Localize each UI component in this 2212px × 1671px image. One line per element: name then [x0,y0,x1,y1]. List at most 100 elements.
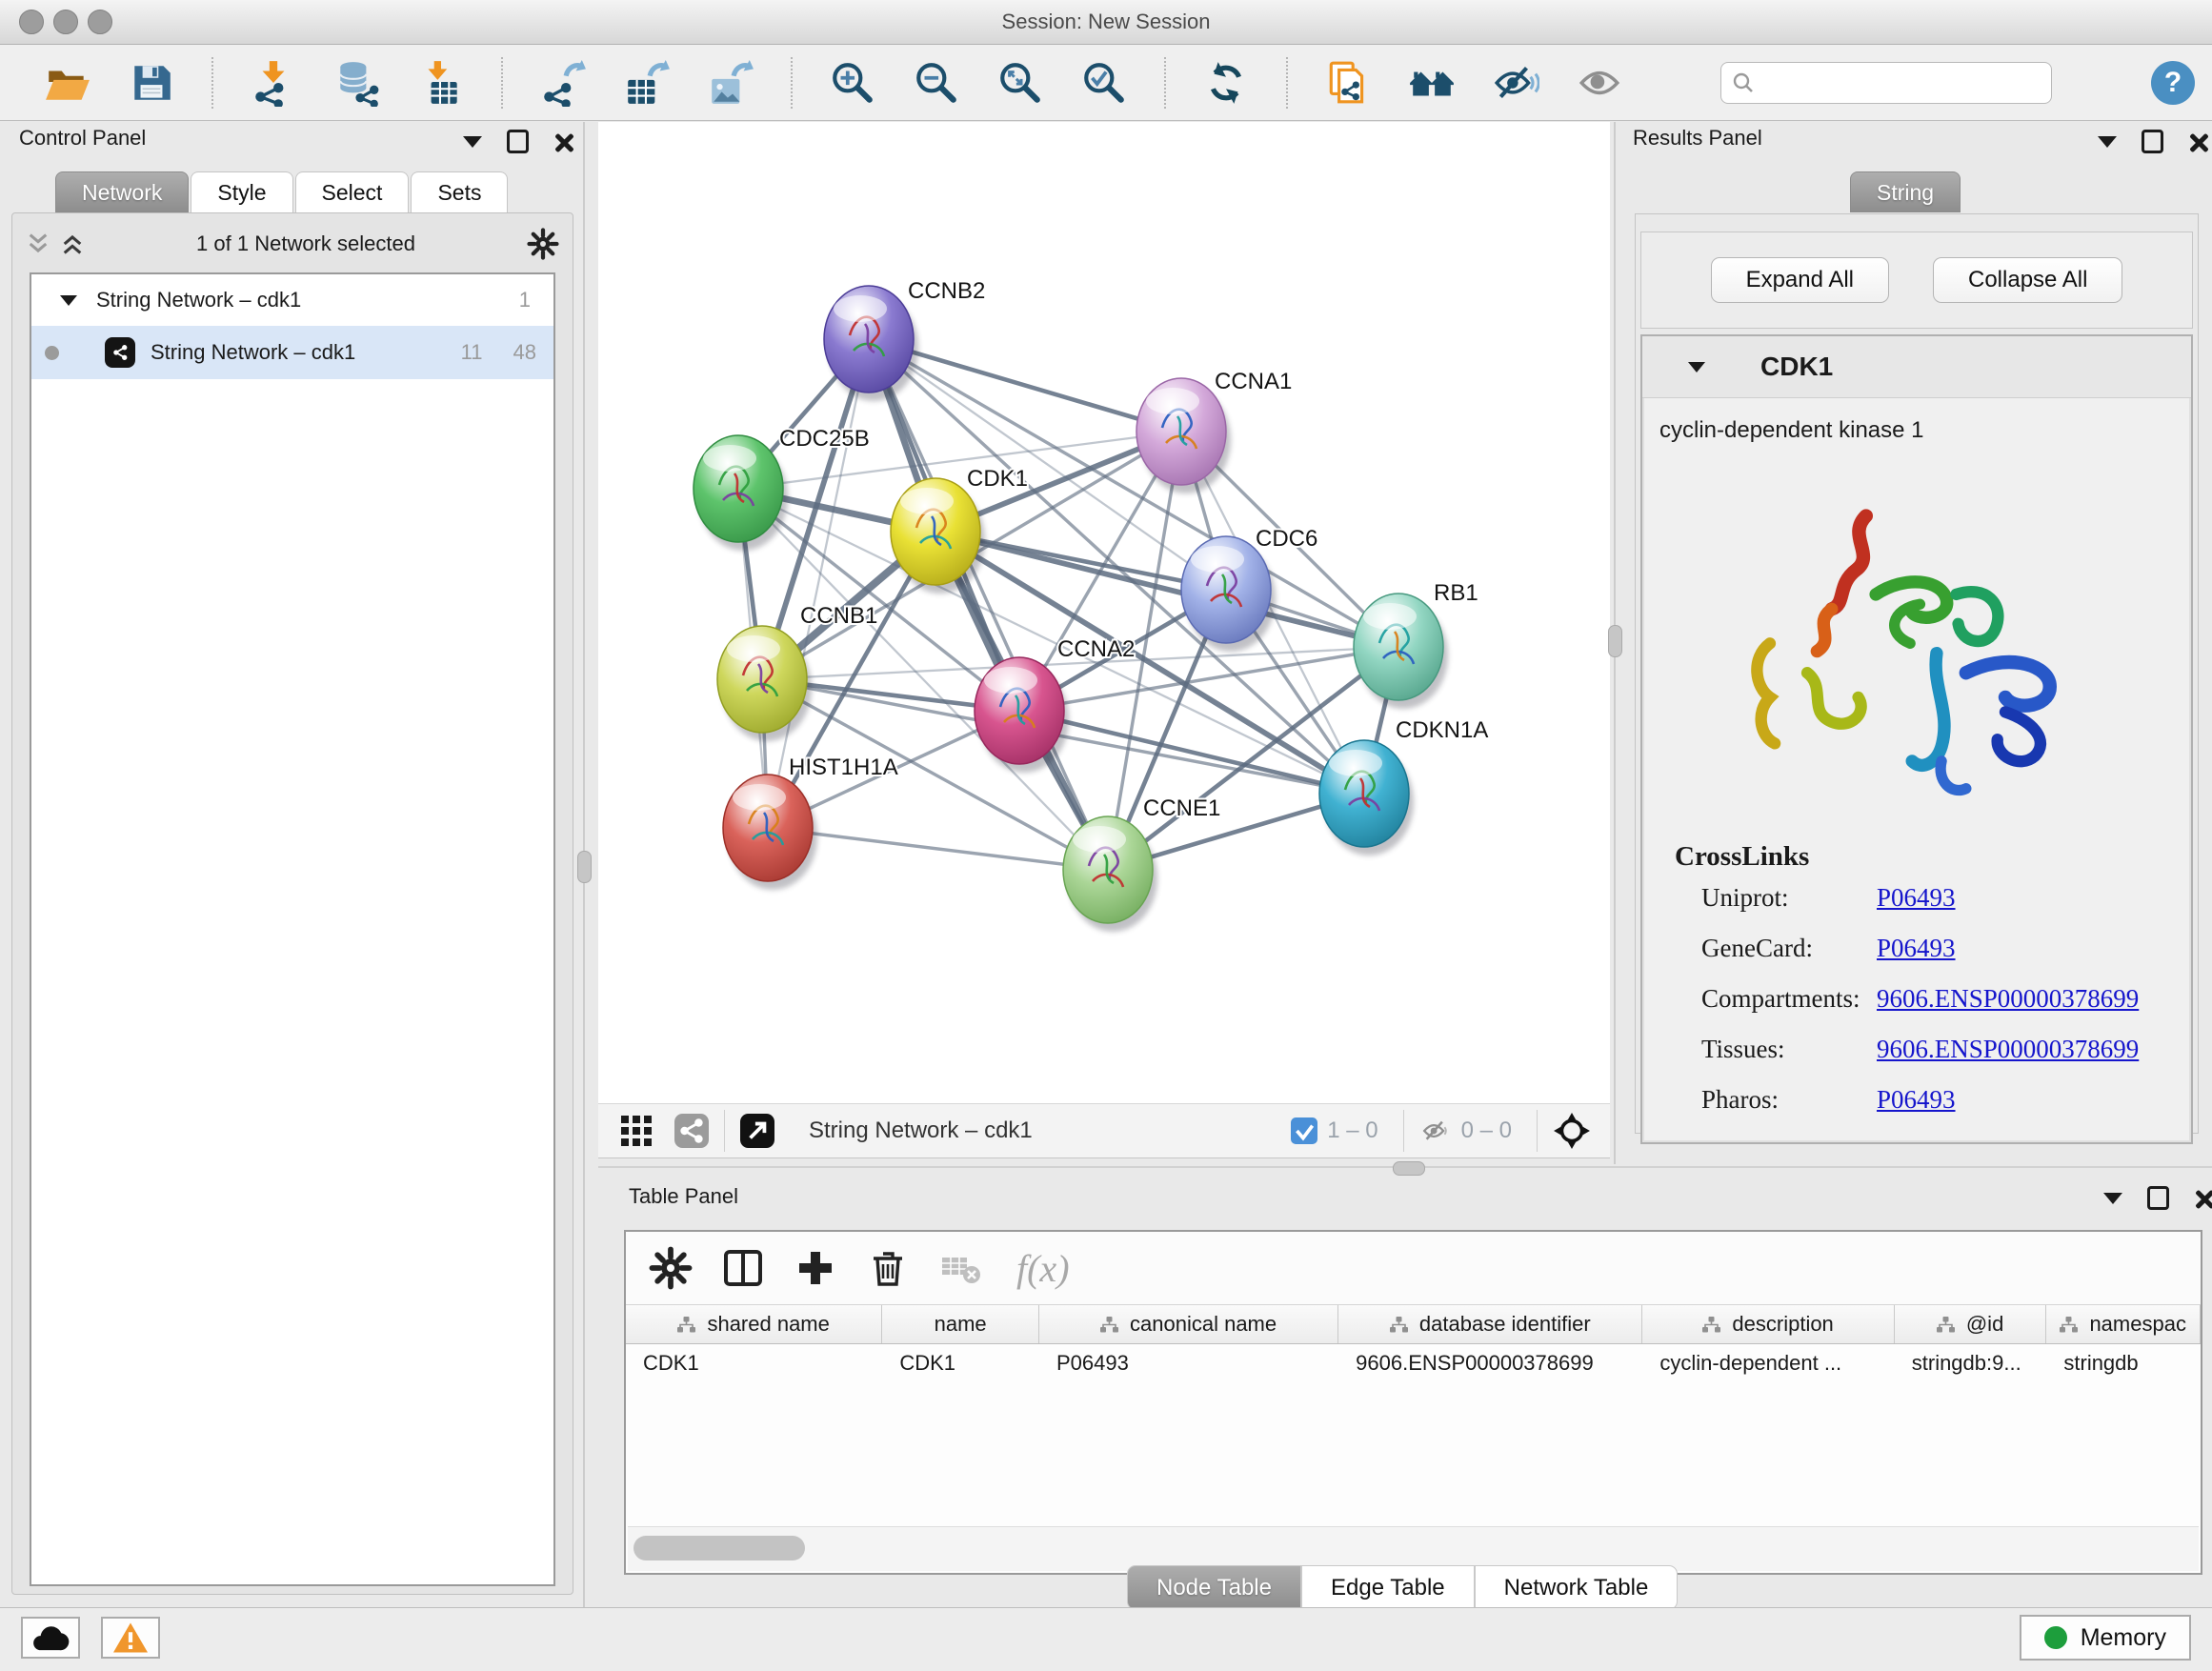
column-canonical-name[interactable]: canonical name [1039,1305,1338,1343]
table-row[interactable]: CDK1CDK1P064939606.ENSP00000378699cyclin… [626,1344,2201,1382]
tab-style[interactable]: Style [191,171,292,212]
network-node-RB1[interactable] [1354,594,1448,709]
crosslink-value[interactable]: P06493 [1877,883,1956,913]
network-view-canvas[interactable]: CCNB2CCNA1CDC25BCDK1CDC6RB1CCNB1CCNA2CDK… [598,122,1610,1103]
expand-all-tree-icon[interactable] [26,232,50,255]
show-columns-button[interactable] [721,1245,767,1291]
tab-string[interactable]: String [1850,171,1961,212]
protein-card-header[interactable]: CDK1 [1642,336,2191,398]
zoom-in-button[interactable] [829,58,876,108]
hide-selected-button[interactable] [1492,58,1539,108]
refresh-layout-button[interactable] [1202,58,1250,108]
close-panel-icon[interactable] [2188,132,2207,151]
network-node-HIST1H1A[interactable] [723,775,817,890]
column-description[interactable]: description [1642,1305,1894,1343]
network-node-CDK1[interactable] [891,478,985,594]
show-all-button[interactable] [1576,58,1623,108]
network-edge[interactable] [869,339,1108,870]
tab-network[interactable]: Network [55,171,189,212]
window-zoom-button[interactable] [88,10,112,34]
column-shared-name[interactable]: shared name [626,1305,882,1343]
table-settings-button[interactable] [649,1245,694,1291]
crosslink-value[interactable]: P06493 [1877,1085,1956,1115]
crosslink-value[interactable]: 9606.ENSP00000378699 [1877,1035,2139,1064]
zoom-selected-icon [1080,59,1128,107]
import-table-button[interactable] [417,58,465,108]
close-panel-icon[interactable] [2194,1189,2212,1208]
apply-function-button[interactable]: f(x) [1016,1246,1070,1291]
network-edge[interactable] [768,828,1108,870]
tab-edge-table[interactable]: Edge Table [1301,1565,1475,1610]
crosslink-value[interactable]: P06493 [1877,934,1956,963]
warnings-button[interactable] [101,1617,160,1659]
window-minimize-button[interactable] [53,10,78,34]
import-network-file-button[interactable] [250,58,297,108]
copy-network-button[interactable] [1324,58,1372,108]
close-panel-icon[interactable] [553,132,573,151]
share-network-icon[interactable] [674,1114,709,1148]
zoom-selected-button[interactable] [1080,58,1128,108]
network-node-CCNB2[interactable] [824,286,918,401]
network-row[interactable]: String Network – cdk1 11 48 [31,326,553,379]
collapse-all-tree-icon[interactable] [60,232,85,255]
horizontal-splitter-handle[interactable] [1393,1161,1425,1176]
control-panel-tabs: NetworkStyleSelectSets [55,171,510,212]
collapse-section-icon[interactable] [1688,362,1705,372]
zoom-out-button[interactable] [913,58,960,108]
column-namespac[interactable]: namespac [2046,1305,2201,1343]
memory-button[interactable]: Memory [2020,1615,2191,1661]
home-button[interactable] [1408,58,1456,108]
expand-all-button[interactable]: Expand All [1711,257,1889,303]
network-node-CDC25B[interactable] [694,435,788,551]
panel-menu-icon[interactable] [2103,1193,2122,1204]
export-table-button[interactable] [623,58,671,108]
network-edge[interactable] [1019,711,1364,794]
network-node-CCNB1[interactable] [717,626,812,741]
import-network-database-button[interactable] [333,58,381,108]
gear-icon[interactable] [527,228,559,260]
export-network-button[interactable] [539,58,587,108]
column-database-identifier[interactable]: database identifier [1338,1305,1642,1343]
tab-node-table[interactable]: Node Table [1127,1565,1301,1610]
help-button[interactable]: ? [2151,61,2195,105]
network-collection-row[interactable]: String Network – cdk1 1 [31,274,553,326]
export-image-button[interactable] [707,58,754,108]
column-name[interactable]: name [882,1305,1039,1343]
crosslink-value[interactable]: 9606.ENSP00000378699 [1877,984,2139,1014]
birdseye-grid-icon[interactable] [619,1114,654,1148]
left-splitter-handle[interactable] [577,851,592,883]
add-column-button[interactable] [794,1245,839,1291]
network-node-CCNA2[interactable] [975,657,1069,773]
float-panel-icon[interactable] [507,130,529,153]
tab-select[interactable]: Select [295,171,410,212]
panel-menu-icon[interactable] [463,136,482,148]
horizontal-scrollbar[interactable] [628,1526,2199,1571]
zoom-fit-button[interactable] [996,58,1044,108]
delete-table-button[interactable] [938,1245,984,1291]
float-panel-icon[interactable] [2142,130,2163,153]
network-node-CDKN1A[interactable] [1319,740,1414,856]
panel-menu-icon[interactable] [2098,136,2117,148]
crosshair-icon[interactable] [1553,1112,1591,1150]
save-session-button[interactable] [128,58,175,108]
network-graph[interactable]: CCNB2CCNA1CDC25BCDK1CDC6RB1CCNB1CCNA2CDK… [598,122,1610,1103]
window-close-button[interactable] [19,10,44,34]
scrollbar-thumb[interactable] [633,1536,805,1560]
delete-column-button[interactable] [866,1245,912,1291]
network-node-CDC6[interactable] [1181,536,1276,652]
float-panel-icon[interactable] [2147,1186,2169,1210]
collapse-all-button[interactable]: Collapse All [1933,257,2122,303]
open-session-button[interactable] [44,58,91,108]
search-input[interactable] [1756,70,2017,96]
eye-icon [1576,59,1623,107]
selected-checkbox-icon[interactable] [1291,1117,1317,1144]
tab-network-table[interactable]: Network Table [1475,1565,1679,1610]
network-node-CCNE1[interactable] [1063,816,1157,932]
tab-sets[interactable]: Sets [411,171,508,212]
cloud-status-button[interactable] [21,1617,80,1659]
collection-expand-icon[interactable] [60,295,77,306]
node-label-HIST1H1A: HIST1H1A [789,755,898,780]
column--id[interactable]: @id [1895,1305,2047,1343]
external-link-icon[interactable] [740,1114,774,1148]
network-node-CCNA1[interactable] [1136,378,1231,493]
